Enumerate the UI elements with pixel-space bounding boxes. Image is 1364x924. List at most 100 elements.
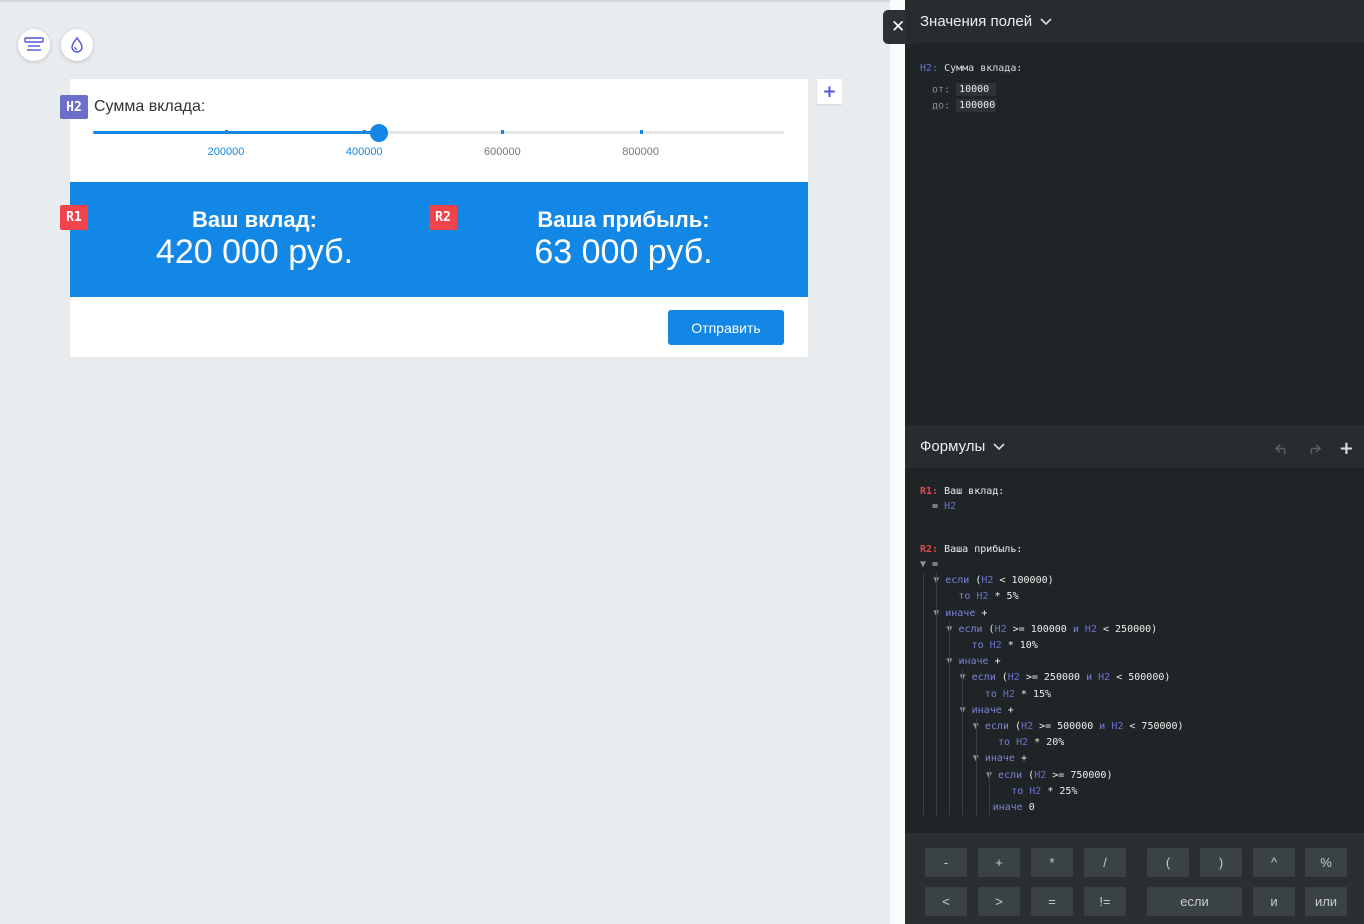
formula-name: Ваш вклад: — [944, 486, 1005, 497]
collapse-toggle[interactable]: ▼ — [946, 624, 958, 635]
formula-token: ( — [1008, 721, 1021, 732]
collapse-toggle[interactable]: ▼ — [933, 608, 945, 619]
collapse-toggle[interactable]: ▼ — [933, 575, 945, 586]
calc-button[interactable]: / — [1084, 848, 1126, 877]
theme-button[interactable] — [61, 29, 93, 61]
formula-line[interactable]: то H2 * 10% — [972, 640, 1038, 651]
calc-button[interactable]: ( — [1147, 848, 1189, 877]
formula-token: если — [998, 769, 1023, 781]
formula-line[interactable]: то H2 * 5% — [958, 591, 1018, 602]
formula-token: H2 — [1002, 688, 1015, 700]
collapse-toggle[interactable]: ▼ — [973, 721, 985, 732]
undo-icon — [1274, 443, 1286, 455]
formula-token: ( — [995, 672, 1008, 684]
formula-line[interactable]: то H2 * 20% — [998, 737, 1064, 748]
calc-button[interactable]: < — [925, 887, 967, 916]
result-value: 420 000 руб. — [155, 233, 354, 271]
undo-button[interactable] — [1274, 443, 1289, 455]
calc-button[interactable]: > — [978, 887, 1020, 916]
formula-id: R2: — [920, 544, 939, 555]
indent-guide — [988, 767, 990, 815]
values-to-row: до: 1000000 — [932, 99, 997, 112]
formula-token: H2 — [994, 623, 1007, 635]
collapse-toggle[interactable]: ▼ — [973, 753, 985, 764]
calc-button[interactable]: ) — [1200, 848, 1242, 877]
form-icon — [24, 37, 44, 51]
formula-token: + — [988, 656, 1001, 668]
formula-token: < 500000) — [1110, 672, 1171, 684]
formula-line[interactable]: то H2 * 25% — [1011, 786, 1077, 797]
formula-token: * 15% — [1014, 688, 1052, 700]
formula-token: то — [1011, 785, 1030, 797]
formula-token: H2 — [1098, 672, 1111, 684]
formula-token: H2 — [1007, 672, 1020, 684]
submit-button[interactable]: Отправить — [668, 310, 784, 345]
formula-token: * 20% — [1028, 737, 1065, 749]
formula-line[interactable]: ▼ если (H2 >= 750000) — [986, 770, 1112, 781]
add-formula-button[interactable]: + — [1339, 438, 1354, 459]
collapse-toggle[interactable]: ▼ — [946, 656, 958, 667]
collapse-toggle[interactable]: ▼ — [960, 705, 972, 716]
formula-r2-header: R2: Ваша прибыль: — [920, 544, 1022, 555]
formula-token: ( — [1022, 769, 1035, 781]
formula-line[interactable]: ▼ если (H2 >= 250000 и H2 < 500000) — [960, 672, 1171, 683]
formula-line[interactable]: ▼ если (H2 >= 500000 и H2 < 750000) — [973, 721, 1184, 732]
collapse-toggle[interactable]: ▼ — [960, 672, 972, 683]
formula-line[interactable]: ▼ = — [920, 559, 938, 570]
calc-button[interactable]: если — [1147, 887, 1242, 916]
indent-guide — [975, 719, 977, 815]
collapse-toggle[interactable]: ▼ — [986, 770, 998, 781]
redo-button[interactable] — [1307, 443, 1321, 455]
close-icon: ✕ — [891, 17, 906, 37]
add-field-button[interactable]: + — [817, 79, 842, 104]
formula-token: то — [998, 737, 1017, 749]
collapse-toggle[interactable]: ▼ — [920, 559, 932, 570]
calc-button[interactable]: * — [1031, 848, 1073, 877]
formula-line[interactable]: ▼ иначе + — [946, 656, 1000, 667]
calc-button[interactable]: = — [1031, 887, 1073, 916]
result-deposit: Ваш вклад: 420 000 руб. — [70, 207, 439, 271]
formula-r1-header: R1: Ваш вклад: — [920, 486, 1004, 497]
formula-line[interactable]: иначе 0 — [993, 802, 1035, 813]
result-profit: Ваша прибыль: 63 000 руб. — [439, 207, 808, 271]
formula-eq: = — [932, 501, 939, 512]
formula-token: + — [975, 607, 988, 619]
to-input[interactable]: 1000000 — [956, 99, 997, 112]
calc-button[interactable]: % — [1305, 848, 1347, 877]
formula-line[interactable]: то H2 * 15% — [985, 689, 1051, 700]
calc-button[interactable]: и — [1253, 887, 1295, 916]
formula-token: >= 500000 — [1033, 721, 1100, 732]
calc-button[interactable]: != — [1084, 887, 1126, 916]
formula-actions: + — [1274, 438, 1354, 459]
values-header[interactable]: Значения полей — [905, 0, 1364, 43]
calc-button[interactable]: ^ — [1253, 848, 1295, 877]
calc-button[interactable]: - — [925, 848, 967, 877]
from-input[interactable]: 10000 — [956, 83, 997, 96]
formula-line[interactable]: ▼ иначе + — [960, 705, 1014, 716]
formula-token: H2 — [989, 640, 1002, 651]
formula-token: H2 — [976, 591, 989, 603]
formula-line[interactable]: ▼ если (H2 >= 100000 и H2 < 250000) — [946, 624, 1157, 635]
formula-token: ( — [969, 575, 982, 587]
indent-guide — [923, 573, 924, 815]
formula-line[interactable]: ▼ иначе + — [933, 608, 987, 619]
slider-tick-label: 600000 — [484, 146, 521, 158]
calc-button[interactable]: или — [1305, 887, 1347, 916]
indent-guide — [936, 573, 937, 815]
calc-button[interactable]: + — [978, 848, 1020, 877]
formula-token: < 100000) — [993, 575, 1054, 587]
formula-line[interactable]: ▼ иначе + — [973, 753, 1027, 764]
slider-thumb[interactable] — [370, 124, 389, 142]
from-label: от: — [932, 84, 951, 96]
formula-token: + — [1014, 753, 1027, 765]
formula-line[interactable]: ▼ если (H2 < 100000) — [933, 575, 1053, 586]
values-field-name: Сумма вклада: — [944, 63, 1023, 74]
formula-r1-expr[interactable]: = H2 — [932, 501, 956, 512]
amount-slider[interactable] — [93, 124, 784, 142]
formula-token: иначе — [992, 802, 1023, 813]
formula-id: R1: — [920, 486, 939, 497]
formula-token: если — [971, 672, 996, 684]
formula-token: H2 — [1016, 737, 1029, 749]
form-settings-button[interactable] — [18, 29, 50, 61]
formula-token: иначе — [971, 704, 1002, 716]
